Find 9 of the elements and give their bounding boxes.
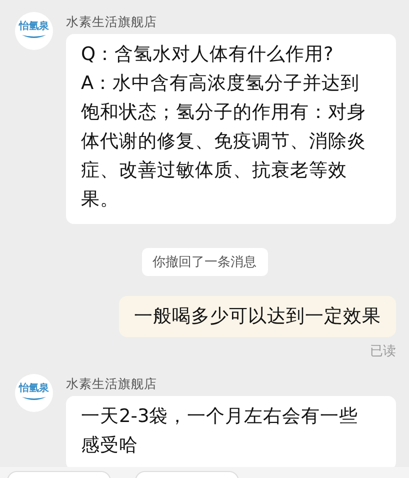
message-bubble: Q：含氢水对人体有什么作用? A：水中含有高浓度氢分子并达到饱和状态；氢分子的作用有：对身体代谢的修复、免疫调节、消除炎症、改善过敏体质、抗衰老等效果。	[66, 34, 396, 224]
recall-notice: 你撤回了一条消息	[142, 248, 268, 276]
message-bubble: 一天2-3袋，一个月左右会有一些感受哈	[66, 396, 396, 470]
sender-name: 水素生活旗舰店	[66, 376, 158, 393]
shop-avatar[interactable]: 怡氫泉	[15, 374, 53, 412]
read-status: 已读	[370, 343, 396, 360]
sender-name: 水素生活旗舰店	[66, 14, 158, 31]
message-bubble: 一般喝多少可以达到一定效果	[119, 296, 396, 337]
shop-avatar[interactable]: 怡氫泉	[15, 12, 53, 50]
